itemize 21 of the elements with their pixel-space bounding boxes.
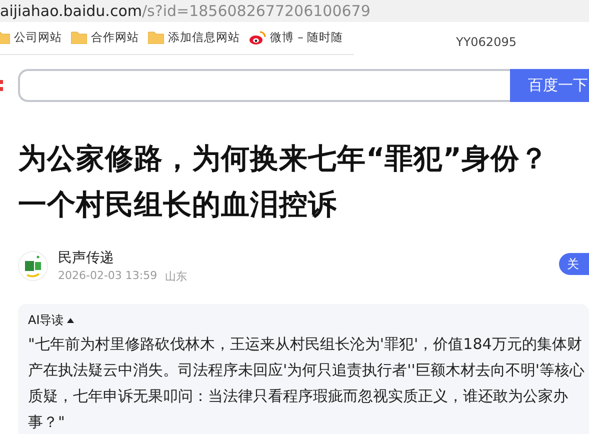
folder-icon (148, 31, 164, 44)
logo-fragment-icon (0, 78, 4, 92)
summary-label: AI导读 (28, 312, 64, 329)
bookmark[interactable]: 公司网站 (0, 30, 62, 45)
author-name[interactable]: 民声传递 (58, 248, 188, 266)
bookmark[interactable]: 微博 – 随时随 (249, 30, 344, 45)
publish-date: 2026-02-03 13:59 (58, 268, 158, 284)
search-field[interactable] (18, 69, 510, 102)
folder-icon (71, 31, 87, 44)
summary-text: "七年前为村里修路砍伐林木，王运来从村民组长沦为'罪犯'，价值184万元的集体财产在执法疑云中消失。司法程序未回应'为何只追责执行者''巨额木材去向不明'等核心质疑，七年申诉无果叩问：当法律只看程序瑕疵而忽视实质正义，谁还敢为公家办事？" (28, 334, 586, 433)
caret-icon[interactable] (66, 318, 74, 323)
weibo-icon (249, 30, 266, 44)
bookmark[interactable]: 添加信息网站 (148, 30, 240, 45)
follow-button[interactable]: 关 (559, 253, 589, 275)
article-title: 为公家修路，为何换来七年“罪犯”身份？一个村民组长的血泪控诉 (18, 141, 550, 223)
note-text: YY062095 (456, 35, 516, 49)
search-button[interactable]: 百度一下 (510, 69, 589, 102)
bookmark[interactable]: 合作网站 (71, 30, 139, 45)
avatar-icon (18, 251, 48, 281)
address-bar[interactable]: aijiahao.baidu.com/s?id=1856082677206100679 (0, 0, 589, 22)
location-text: 山东 (165, 268, 188, 284)
